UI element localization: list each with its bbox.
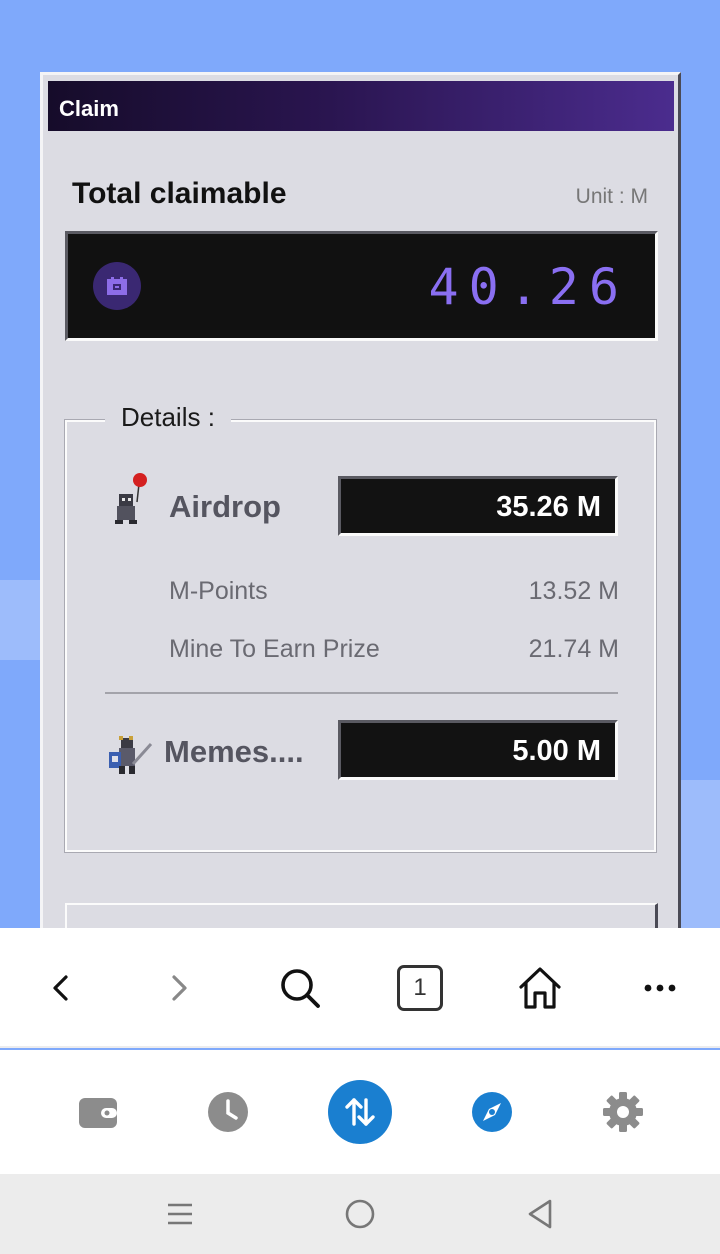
discover-button[interactable] <box>470 1090 514 1134</box>
swap-button[interactable] <box>328 1080 392 1144</box>
m-points-label: M-Points <box>169 577 268 605</box>
background-hill-left <box>0 580 40 660</box>
total-claimable-label: Total claimable <box>72 177 287 210</box>
swap-icon <box>345 1098 375 1126</box>
system-back-button[interactable] <box>520 1194 560 1234</box>
tabs-button[interactable]: 1 <box>396 964 444 1012</box>
details-legend: Details : <box>105 402 231 433</box>
airdrop-value: 35.26 M <box>338 476 618 536</box>
mine-to-earn-row: Mine To Earn Prize 21.74 M <box>169 635 619 664</box>
wallet-icon <box>79 1098 117 1128</box>
tab-count: 1 <box>413 974 427 1001</box>
home-icon <box>519 967 561 1009</box>
home-button[interactable] <box>516 964 564 1012</box>
m-points-value: 13.52 M <box>528 577 619 605</box>
more-icon <box>644 984 676 992</box>
more-button[interactable] <box>636 964 684 1012</box>
token-coin-icon <box>93 262 141 310</box>
window-titlebar: Claim <box>48 81 674 131</box>
memes-icon <box>107 734 155 778</box>
forward-icon <box>172 975 187 1001</box>
m-points-row: M-Points 13.52 M <box>169 577 619 606</box>
system-home-button[interactable] <box>340 1194 380 1234</box>
compass-icon <box>472 1092 512 1132</box>
memes-value: 5.00 M <box>338 720 618 780</box>
home-circle-icon <box>345 1199 375 1229</box>
details-panel: Details : Airdrop 35.26 M M-Points 13.52… <box>64 402 657 853</box>
history-icon <box>208 1092 248 1132</box>
total-claimable-display: 40.26 <box>65 231 658 341</box>
system-nav-bar <box>0 1174 720 1254</box>
recent-apps-button[interactable] <box>160 1194 200 1234</box>
search-button[interactable] <box>276 964 324 1012</box>
details-divider <box>105 692 618 694</box>
airdrop-icon <box>111 472 151 526</box>
app-nav-bar <box>0 1050 720 1174</box>
total-claimable-value: 40.26 <box>428 258 629 316</box>
search-icon <box>281 969 320 1008</box>
mine-to-earn-value: 21.74 M <box>528 635 619 663</box>
background-hill-right <box>681 780 720 928</box>
unit-label: Unit : M <box>575 185 648 208</box>
memes-label: Memes.... <box>164 734 304 769</box>
settings-button[interactable] <box>601 1090 645 1134</box>
mine-to-earn-label: Mine To Earn Prize <box>169 635 380 663</box>
claim-window: Claim Total claimable Unit : M 40.26 Det… <box>40 72 681 943</box>
history-button[interactable] <box>206 1090 250 1134</box>
airdrop-label: Airdrop <box>169 489 281 524</box>
back-icon <box>53 975 68 1001</box>
back-triangle-icon <box>528 1199 552 1229</box>
settings-icon <box>603 1092 643 1132</box>
browser-toolbar: 1 <box>0 928 720 1048</box>
menu-icon <box>168 1203 192 1225</box>
tabs-icon: 1 <box>397 965 443 1011</box>
back-button[interactable] <box>37 964 85 1012</box>
wallet-button[interactable] <box>76 1090 120 1134</box>
forward-button[interactable] <box>155 964 203 1012</box>
